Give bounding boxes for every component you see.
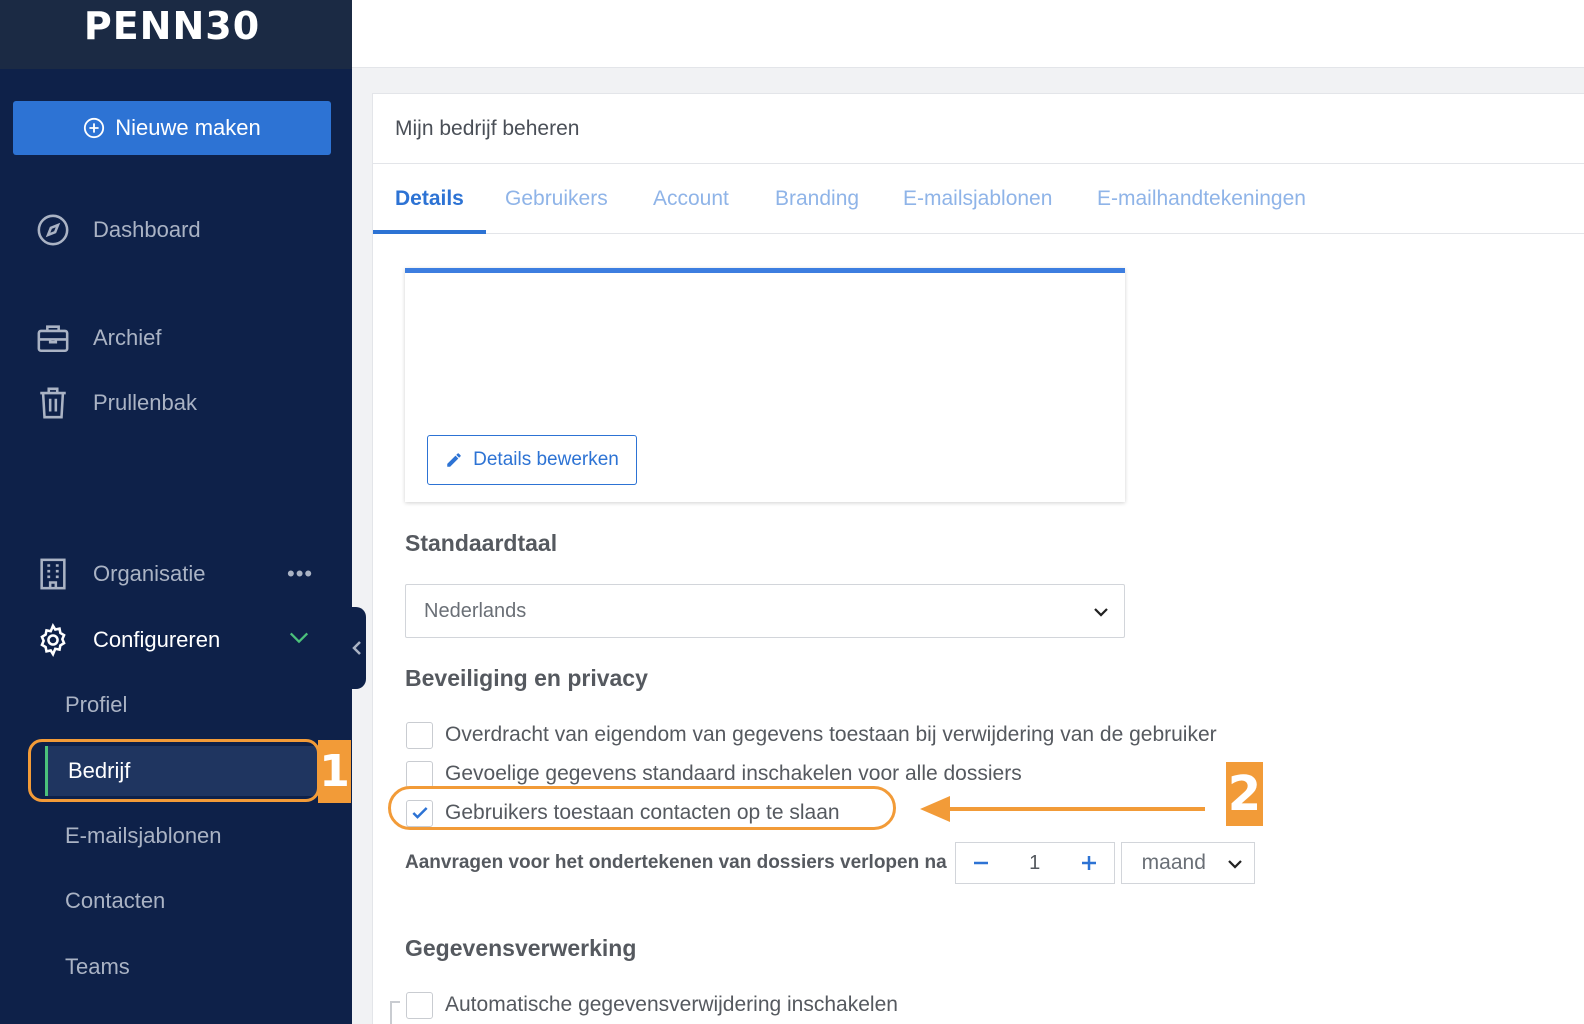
expire-setting-row: Aanvragen voor het ondertekenen van doss… xyxy=(405,842,1255,884)
option-auto-data-deletion[interactable]: Automatische gegevensverwijdering inscha… xyxy=(406,990,898,1020)
decorative-bracket xyxy=(390,1001,400,1024)
chevron-left-icon xyxy=(352,641,361,655)
language-section-title: Standaardtaal xyxy=(405,530,558,556)
tab-emailsjablonen[interactable]: E-mailsjablonen xyxy=(881,164,1074,234)
annotation-badge-2: 2 xyxy=(1226,762,1263,826)
sidebar: PENN30 Nieuwe maken Dashboard Archief Pr… xyxy=(0,0,352,1024)
top-bar xyxy=(352,0,1584,68)
trash-icon xyxy=(35,385,71,421)
expire-stepper[interactable]: 1 xyxy=(954,842,1115,884)
sidebar-item-prullenbak[interactable]: Prullenbak xyxy=(0,378,352,428)
sidebar-subitem-emailsjablonen[interactable]: E-mailsjablonen xyxy=(0,811,352,861)
tab-details[interactable]: Details xyxy=(373,164,486,234)
minus-icon[interactable] xyxy=(970,852,992,874)
sidebar-item-archief[interactable]: Archief xyxy=(0,313,352,363)
briefcase-icon xyxy=(35,320,71,356)
more-icon[interactable]: ••• xyxy=(287,561,313,587)
annotation-highlight-1 xyxy=(28,739,320,802)
sidebar-item-label: Profiel xyxy=(65,692,128,717)
sidebar-item-organisatie[interactable]: Organisatie ••• xyxy=(0,549,352,599)
sidebar-header: PENN30 xyxy=(0,0,352,69)
tab-account[interactable]: Account xyxy=(631,164,751,234)
expire-unit-value: maand xyxy=(1141,851,1206,874)
data-processing-section-title: Gegevensverwerking xyxy=(405,935,637,961)
tab-branding[interactable]: Branding xyxy=(753,164,881,234)
sidebar-item-label: Prullenbak xyxy=(93,390,197,415)
checkbox-label: Overdracht van eigendom van gegevens toe… xyxy=(445,723,1217,746)
company-details-card: Details bewerken xyxy=(405,268,1125,502)
tab-gebruikers[interactable]: Gebruikers xyxy=(483,164,630,234)
edit-details-button[interactable]: Details bewerken xyxy=(427,435,637,485)
security-section-title: Beveiliging en privacy xyxy=(405,665,648,691)
annotation-highlight-2 xyxy=(388,786,896,830)
sidebar-item-label: Organisatie xyxy=(93,561,206,586)
edit-details-label: Details bewerken xyxy=(473,449,619,470)
sidebar-item-label: E-mailsjablonen xyxy=(65,823,222,848)
penneo-logo[interactable]: PENN30 xyxy=(0,4,344,48)
sidebar-item-label: Teams xyxy=(65,954,130,979)
sidebar-item-label: Contacten xyxy=(65,888,166,913)
building-icon xyxy=(35,556,71,592)
compass-icon xyxy=(35,212,71,248)
gear-icon xyxy=(35,622,71,658)
sidebar-item-configureren[interactable]: Configureren xyxy=(0,615,352,665)
chevron-down-icon xyxy=(289,632,309,644)
collapse-sidebar-button[interactable] xyxy=(348,607,366,689)
sidebar-item-label: Dashboard xyxy=(93,217,201,242)
new-button-label: Nieuwe maken xyxy=(115,115,261,140)
chevron-down-icon xyxy=(1094,608,1108,617)
sidebar-item-label: Configureren xyxy=(93,627,221,652)
company-panel: Mijn bedrijf beheren Details Gebruikers … xyxy=(372,93,1584,1024)
expire-unit-select[interactable]: maand xyxy=(1120,842,1255,884)
expire-label: Aanvragen voor het ondertekenen van doss… xyxy=(405,852,947,873)
option-sensitive-data[interactable]: Gevoelige gegevens standaard inschakelen… xyxy=(406,759,1022,789)
new-button[interactable]: Nieuwe maken xyxy=(13,101,331,155)
checkbox[interactable] xyxy=(406,760,433,788)
pencil-icon xyxy=(447,453,461,467)
plus-circle-icon xyxy=(84,117,105,139)
option-transfer-ownership[interactable]: Overdracht van eigendom van gegevens toe… xyxy=(406,720,1217,750)
expire-value[interactable]: 1 xyxy=(1029,852,1040,875)
checkbox-label: Gevoelige gegevens standaard inschakelen… xyxy=(445,762,1022,785)
annotation-badge-1: 1 xyxy=(318,740,351,803)
annotation-arrow-icon xyxy=(920,796,1205,822)
chevron-down-icon xyxy=(1227,860,1242,869)
sidebar-subitem-profiel[interactable]: Profiel xyxy=(0,680,352,730)
checkbox[interactable] xyxy=(406,991,433,1019)
checkbox-label: Automatische gegevensverwijdering inscha… xyxy=(445,993,898,1016)
tab-emailhandtekeningen[interactable]: E-mailhandtekeningen xyxy=(1075,164,1328,234)
sidebar-subitem-teams[interactable]: Teams xyxy=(0,942,352,992)
sidebar-item-label: Archief xyxy=(93,325,162,350)
plus-icon[interactable] xyxy=(1078,852,1100,874)
checkbox[interactable] xyxy=(406,721,433,749)
panel-title: Mijn bedrijf beheren xyxy=(373,94,1584,164)
sidebar-item-dashboard[interactable]: Dashboard xyxy=(0,205,352,255)
sidebar-subitem-contacten[interactable]: Contacten xyxy=(0,876,352,926)
language-select[interactable]: Nederlands xyxy=(405,584,1125,638)
tab-bar: Details Gebruikers Account Branding E-ma… xyxy=(373,164,1584,234)
language-select-value: Nederlands xyxy=(424,599,527,622)
